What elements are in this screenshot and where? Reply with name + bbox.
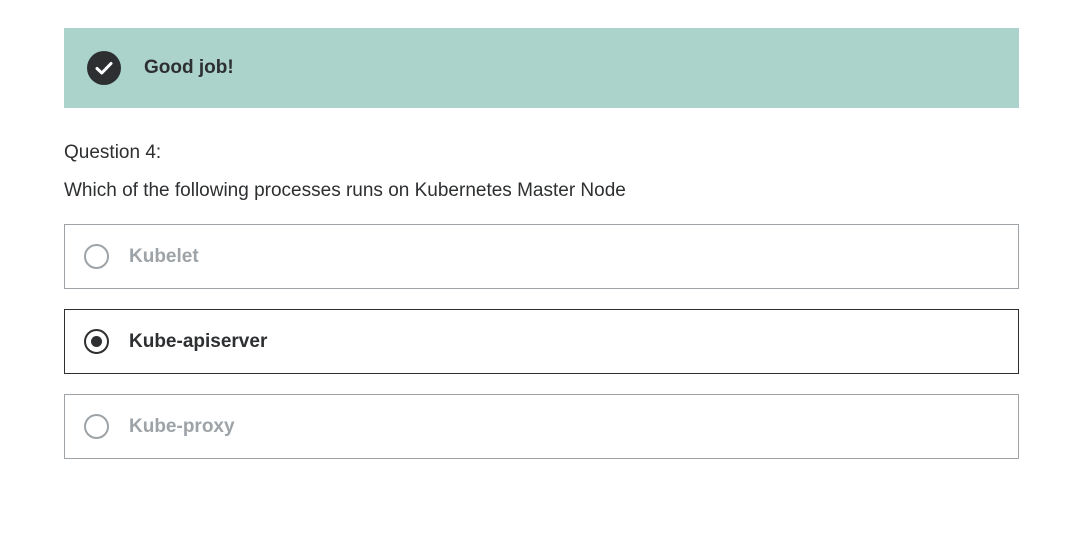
check-circle-icon: [87, 51, 121, 85]
answer-option-kube-apiserver[interactable]: Kube-apiserver: [64, 309, 1019, 374]
answer-option-label: Kube-proxy: [129, 415, 235, 437]
answer-option-label: Kube-apiserver: [129, 330, 268, 352]
answer-option-label: Kubelet: [129, 245, 199, 267]
quiz-container: Good job! Question 4: Which of the follo…: [64, 28, 1019, 479]
question-number: Question 4:: [64, 142, 162, 163]
radio-button[interactable]: [84, 244, 109, 269]
radio-button[interactable]: [84, 414, 109, 439]
radio-button-selected[interactable]: [84, 329, 109, 354]
feedback-banner: Good job!: [64, 28, 1019, 108]
radio-dot-icon: [91, 336, 102, 347]
question-text: Which of the following processes runs on…: [64, 180, 626, 201]
answer-option-kubelet[interactable]: Kubelet: [64, 224, 1019, 289]
answer-option-kube-proxy[interactable]: Kube-proxy: [64, 394, 1019, 459]
feedback-message: Good job!: [144, 57, 234, 78]
answer-options: Kubelet Kube-apiserver Kube-proxy: [64, 224, 1019, 459]
